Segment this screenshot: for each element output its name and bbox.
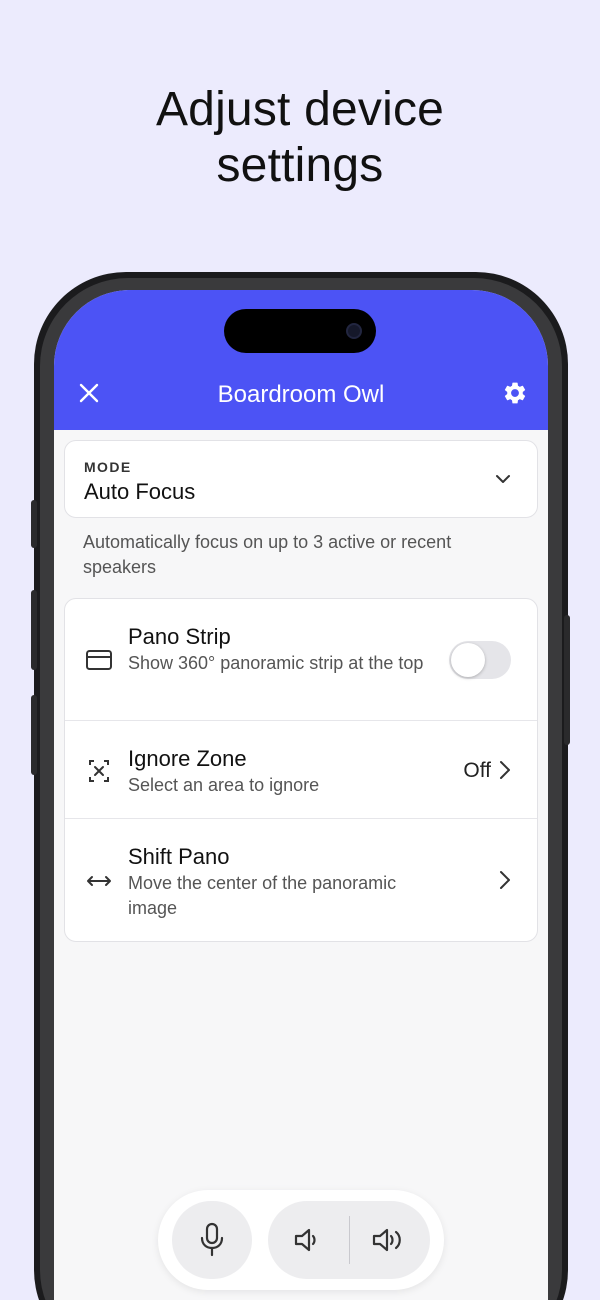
dynamic-island bbox=[224, 309, 376, 353]
microphone-icon bbox=[200, 1222, 224, 1257]
mode-description: Automatically focus on up to 3 active or… bbox=[83, 532, 452, 577]
page-title: Boardroom Owl bbox=[217, 381, 385, 408]
mute-microphone-button[interactable] bbox=[172, 1201, 252, 1279]
mode-dropdown[interactable]: MODE Auto Focus bbox=[64, 440, 538, 518]
settings-list: Pano Strip Show 360° panoramic strip at … bbox=[64, 598, 538, 942]
headline-line-1: Adjust device bbox=[155, 83, 445, 136]
phone-screen: Boardroom Owl MODE Auto Focus Automatica… bbox=[54, 290, 548, 1300]
volume-down-icon bbox=[294, 1228, 316, 1252]
setting-title: Shift Pano bbox=[128, 844, 230, 869]
phone-side-button bbox=[31, 590, 37, 670]
setting-row-ignore-zone[interactable]: Ignore Zone Select an area to ignore Off bbox=[65, 721, 537, 818]
chevron-right-icon bbox=[500, 761, 510, 779]
app-header: Boardroom Owl bbox=[54, 290, 548, 430]
chevron-down-icon bbox=[496, 475, 510, 483]
audio-controls bbox=[158, 1190, 444, 1290]
volume-up-button[interactable] bbox=[350, 1201, 430, 1279]
mode-label: MODE bbox=[84, 459, 132, 475]
horizontal-arrows-icon bbox=[87, 876, 111, 886]
settings-button[interactable] bbox=[500, 378, 530, 408]
panel-icon bbox=[86, 650, 112, 670]
camera-lens bbox=[346, 323, 362, 339]
gear-icon bbox=[504, 382, 526, 404]
setting-row-pano-strip[interactable]: Pano Strip Show 360° panoramic strip at … bbox=[65, 599, 537, 720]
ignore-zone-value: Off bbox=[463, 759, 491, 782]
setting-subtitle: Show 360° panoramic strip at the top bbox=[128, 653, 424, 673]
volume-down-button[interactable] bbox=[268, 1201, 348, 1279]
headline-line-2: settings bbox=[216, 139, 384, 192]
volume-control-group bbox=[268, 1201, 430, 1279]
phone-side-button bbox=[31, 695, 37, 775]
pano-strip-toggle[interactable] bbox=[449, 641, 511, 679]
setting-subtitle: Select an area to ignore bbox=[128, 775, 320, 795]
volume-up-icon bbox=[372, 1228, 401, 1252]
setting-title: Pano Strip bbox=[128, 624, 231, 649]
headline: Adjust device settings bbox=[0, 82, 600, 194]
phone-side-button bbox=[564, 615, 570, 745]
toggle-knob bbox=[451, 643, 485, 677]
setting-subtitle: Move the center of the panoramic image bbox=[128, 873, 397, 918]
chevron-right-icon bbox=[500, 871, 510, 889]
phone-side-button bbox=[31, 500, 37, 548]
setting-title: Ignore Zone bbox=[128, 746, 247, 771]
ignore-zone-icon bbox=[89, 760, 109, 782]
mode-value: Auto Focus bbox=[84, 479, 196, 504]
setting-row-shift-pano[interactable]: Shift Pano Move the center of the panora… bbox=[65, 819, 537, 941]
